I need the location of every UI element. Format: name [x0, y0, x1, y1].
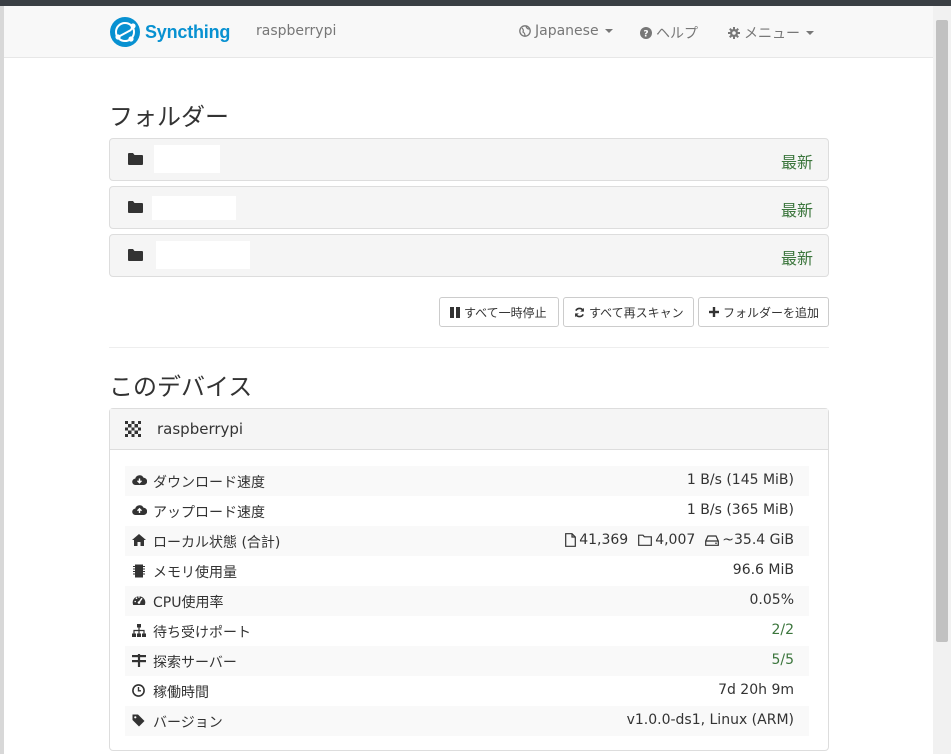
- this-device-heading: このデバイス: [109, 373, 253, 401]
- folder-name-redacted: [156, 241, 250, 269]
- device-stat-row: メモリ使用量 96.6 MiB: [125, 556, 809, 586]
- stat-value: v1.0.0-ds1, Linux (ARM): [626, 712, 794, 728]
- folders-heading: フォルダー: [109, 103, 229, 131]
- pause-all-button[interactable]: すべて一時停止: [439, 297, 559, 327]
- device-stat-row: ダウンロード速度 1 B/s (145 MiB): [125, 466, 809, 496]
- discovery-icon: [132, 654, 146, 667]
- folder-name-redacted: [152, 196, 236, 220]
- cloud-download-icon: [132, 474, 147, 487]
- dirs-count-text: 4,007: [655, 532, 696, 548]
- folder-icon: [128, 153, 143, 169]
- stat-label: ダウンロード速度: [153, 475, 265, 491]
- stat-label: 待ち受けポート: [153, 625, 251, 641]
- device-stat-row[interactable]: 探索サーバー 5/5: [125, 646, 809, 676]
- folder-outline-icon: [638, 534, 653, 546]
- folder-status: 最新: [780, 153, 813, 172]
- nav-device-name: raspberrypi: [256, 23, 337, 39]
- dirs-count: 4,007: [638, 532, 695, 548]
- dashboard-icon: [132, 594, 146, 607]
- files-count: 41,369: [565, 532, 628, 548]
- stat-value: 1 B/s (365 MiB): [686, 502, 794, 518]
- this-device-panel: raspberrypi ダウンロード速度 1 B/s (145 MiB) アップ…: [109, 408, 829, 751]
- brand-link[interactable]: Syncthing: [109, 16, 230, 48]
- page-scrollbar[interactable]: [933, 6, 951, 754]
- help-link[interactable]: ? ヘルプ: [640, 23, 698, 43]
- stat-label: 稼働時間: [153, 685, 209, 701]
- help-label: ヘルプ: [656, 26, 698, 42]
- caret-down-icon: [806, 31, 814, 35]
- stat-label: 探索サーバー: [153, 655, 237, 671]
- question-circle-icon: ?: [640, 27, 652, 39]
- device-stat-row: CPU使用率 0.05%: [125, 586, 809, 616]
- sitemap-icon: [132, 624, 146, 637]
- folder-panel[interactable]: 最新: [109, 234, 829, 277]
- stat-label: メモリ使用量: [153, 565, 237, 581]
- cloud-upload-icon: [132, 504, 147, 517]
- refresh-icon: [574, 307, 585, 318]
- menu-dropdown[interactable]: メニュー: [728, 23, 814, 43]
- gear-icon: [728, 27, 740, 39]
- device-stat-row: ローカル状態 (合計) 41,369 4,007 ~35.4 GiB: [125, 526, 809, 556]
- add-folder-button[interactable]: フォルダーを追加: [698, 297, 829, 327]
- syncthing-logo-icon: [110, 17, 140, 47]
- globe-icon: [519, 25, 531, 37]
- folder-panel[interactable]: 最新: [109, 186, 829, 229]
- brand-name: Syncthing: [145, 21, 231, 42]
- stat-value: 1 B/s (145 MiB): [686, 472, 794, 488]
- folder-panel[interactable]: 最新: [109, 138, 829, 181]
- files-count-text: 41,369: [579, 532, 629, 548]
- navbar: Syncthing raspberrypi Japanese ? ヘルプ メニュ…: [4, 6, 933, 58]
- stat-label: バージョン: [153, 715, 223, 731]
- home-icon: [132, 534, 146, 546]
- folder-icon: [128, 249, 143, 265]
- tag-icon: [132, 714, 145, 727]
- stat-label: アップロード速度: [153, 505, 265, 521]
- add-folder-label: フォルダーを追加: [723, 305, 820, 320]
- rescan-all-button[interactable]: すべて再スキャン: [563, 297, 694, 327]
- folder-icon: [128, 201, 143, 217]
- stat-label: ローカル状態 (合計): [153, 535, 281, 551]
- menu-label: メニュー: [744, 26, 800, 42]
- device-name: raspberrypi: [157, 420, 244, 438]
- pause-icon: [450, 306, 460, 318]
- window-left-edge: [0, 6, 4, 754]
- stat-value: 2/2: [771, 622, 794, 638]
- file-icon: [565, 533, 577, 547]
- folder-status: 最新: [780, 201, 813, 220]
- stat-value: 0.05%: [749, 592, 794, 608]
- folder-status: 最新: [780, 249, 813, 268]
- plus-icon: [709, 307, 719, 317]
- stat-value: 96.6 MiB: [732, 562, 794, 578]
- svg-text:?: ?: [643, 29, 648, 39]
- total-size-text: ~35.4 GiB: [722, 532, 794, 548]
- hdd-icon: [705, 534, 720, 546]
- pause-all-label: すべて一時停止: [464, 305, 547, 320]
- language-label: Japanese: [535, 23, 599, 39]
- caret-down-icon: [604, 29, 613, 33]
- total-size: ~35.4 GiB: [705, 532, 794, 548]
- language-dropdown[interactable]: Japanese: [519, 23, 613, 39]
- scrollbar-thumb[interactable]: [936, 20, 948, 642]
- device-stat-row[interactable]: 待ち受けポート 2/2: [125, 616, 809, 646]
- stat-value: 5/5: [771, 652, 794, 668]
- stat-label: CPU使用率: [153, 595, 224, 611]
- stat-value: 7d 20h 9m: [718, 682, 794, 698]
- memory-icon: [132, 564, 146, 578]
- rescan-all-label: すべて再スキャン: [589, 305, 684, 320]
- folder-name-redacted: [154, 145, 220, 173]
- device-stat-row: バージョン v1.0.0-ds1, Linux (ARM): [125, 706, 809, 736]
- local-state-value: 41,369 4,007 ~35.4 GiB: [565, 532, 794, 548]
- section-divider: [109, 347, 829, 348]
- device-stat-row: アップロード速度 1 B/s (365 MiB): [125, 496, 809, 526]
- clock-icon: [132, 684, 145, 697]
- device-identicon-icon: [125, 421, 141, 441]
- device-stat-row: 稼働時間 7d 20h 9m: [125, 676, 809, 706]
- device-panel-header[interactable]: raspberrypi: [110, 409, 828, 450]
